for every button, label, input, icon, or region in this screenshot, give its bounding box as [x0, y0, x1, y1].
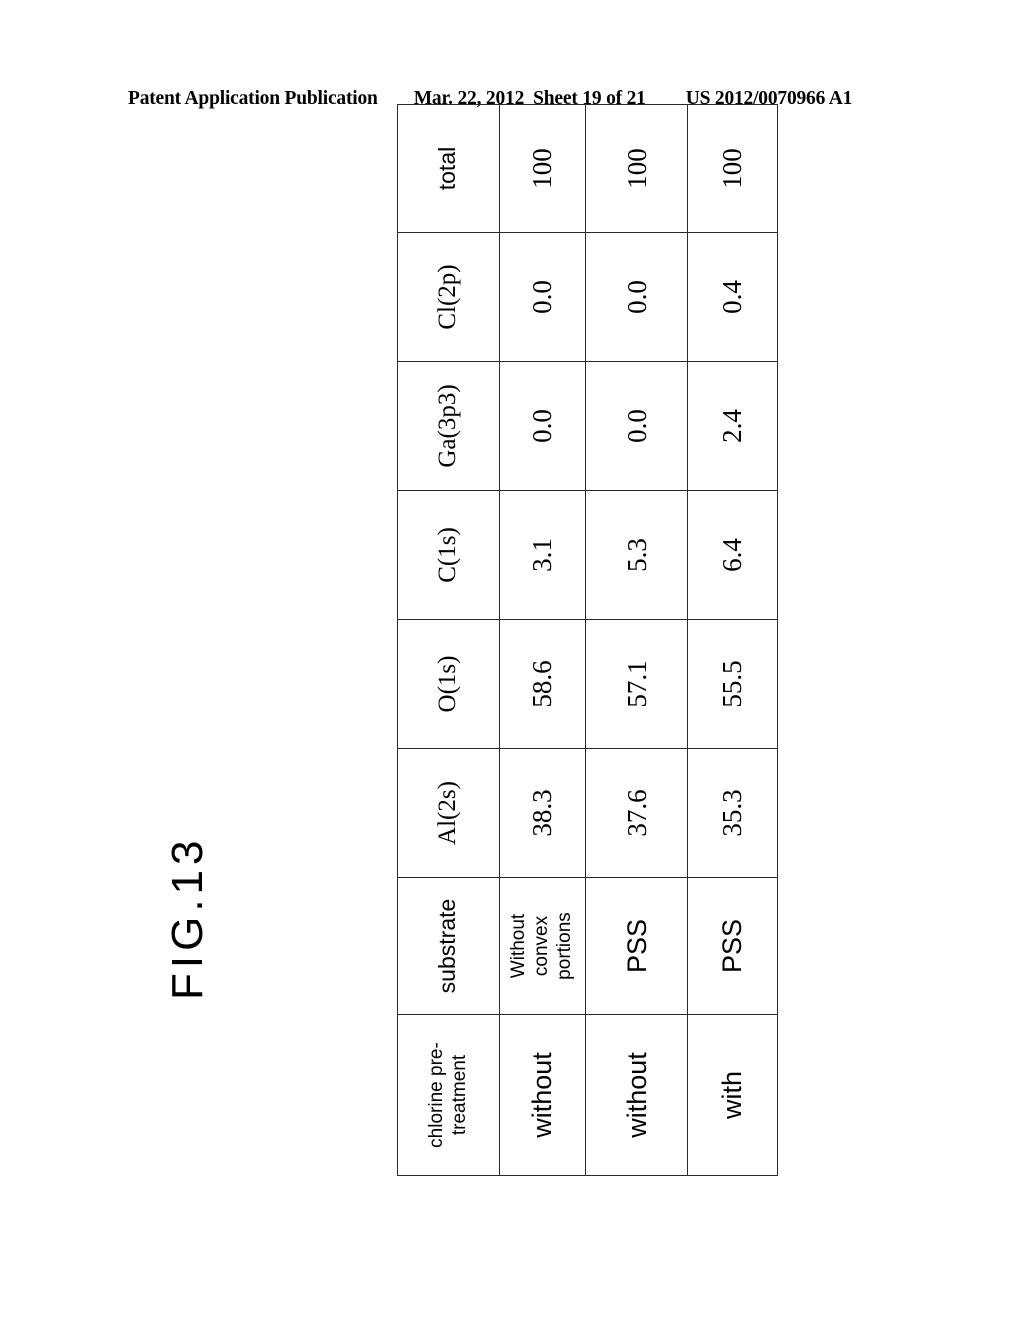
- column-header-ga3p3: Ga(3p3): [397, 361, 500, 491]
- cell-c1s: 3.1: [499, 490, 586, 620]
- cell-ga3p3: 2.4: [687, 361, 778, 491]
- cell-total: 100: [687, 104, 778, 233]
- column-header-al2s: Al(2s): [397, 748, 500, 878]
- cell-substrate: Without convex portions: [499, 877, 586, 1015]
- table-row: without Without convex portions 38.3 58.…: [499, 104, 586, 1176]
- table-row: without PSS 37.6 57.1 5.3 0.0 0.0 100: [585, 104, 688, 1176]
- cell-al2s: 35.3: [687, 748, 778, 878]
- cell-total: 100: [499, 104, 586, 233]
- table-row: with PSS 35.3 55.5 6.4 2.4 0.4 100: [687, 104, 778, 1176]
- cell-o1s: 58.6: [499, 619, 586, 749]
- cell-substrate-line3: portions: [553, 912, 575, 980]
- cell-ga3p3: 0.0: [585, 361, 688, 491]
- cell-cl2p: 0.0: [499, 232, 586, 362]
- cell-al2s: 37.6: [585, 748, 688, 878]
- figure-table-container: chlorine pre- treatment substrate Al(2s)…: [397, 104, 778, 1176]
- table-header-row: chlorine pre- treatment substrate Al(2s)…: [397, 104, 500, 1176]
- column-header-total: total: [397, 104, 500, 233]
- cell-cl2p: 0.4: [687, 232, 778, 362]
- column-header-chlorine-pretreatment-line1: chlorine pre-: [426, 1042, 448, 1148]
- column-header-substrate: substrate: [397, 877, 500, 1015]
- cell-substrate-line2: convex: [531, 915, 553, 977]
- column-header-chlorine-pretreatment-line2: treatment: [449, 1054, 471, 1136]
- cell-c1s: 5.3: [585, 490, 688, 620]
- cell-o1s: 55.5: [687, 619, 778, 749]
- column-header-cl2p: Cl(2p): [397, 232, 500, 362]
- cell-al2s: 38.3: [499, 748, 586, 878]
- cell-substrate: PSS: [585, 877, 688, 1015]
- figure-label: FIG.13: [163, 835, 212, 1001]
- cell-chlorine-pretreatment: with: [687, 1014, 778, 1176]
- cell-chlorine-pretreatment: without: [499, 1014, 586, 1176]
- column-header-o1s: O(1s): [397, 619, 500, 749]
- cell-o1s: 57.1: [585, 619, 688, 749]
- cell-ga3p3: 0.0: [499, 361, 586, 491]
- cell-c1s: 6.4: [687, 490, 778, 620]
- cell-substrate: PSS: [687, 877, 778, 1015]
- xps-composition-table: chlorine pre- treatment substrate Al(2s)…: [397, 104, 778, 1176]
- cell-total: 100: [585, 104, 688, 233]
- cell-chlorine-pretreatment: without: [585, 1014, 688, 1176]
- column-header-chlorine-pretreatment: chlorine pre- treatment: [397, 1014, 500, 1176]
- header-publication-title: Patent Application Publication: [128, 88, 378, 109]
- column-header-c1s: C(1s): [397, 490, 500, 620]
- cell-cl2p: 0.0: [585, 232, 688, 362]
- cell-substrate-line1: Without: [508, 913, 530, 979]
